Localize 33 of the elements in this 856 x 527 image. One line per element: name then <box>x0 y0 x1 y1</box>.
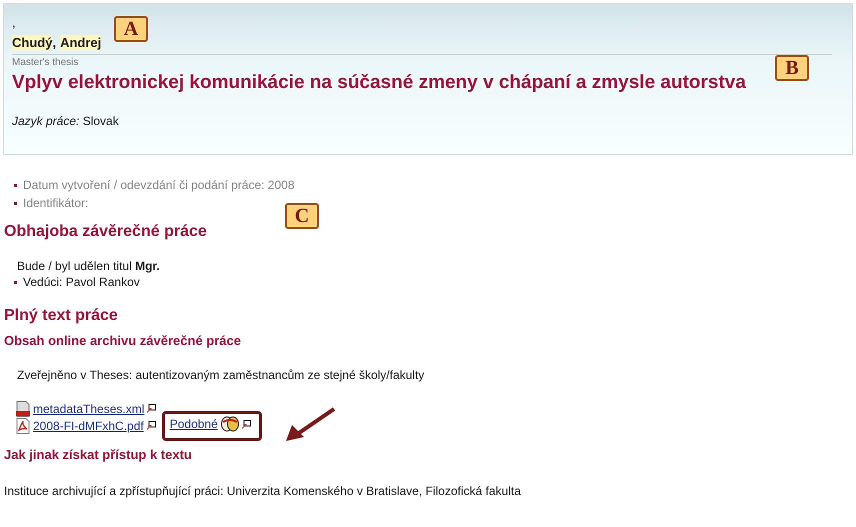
section-heading: Plný text práce <box>4 307 119 325</box>
callout-badge: A <box>114 16 148 42</box>
punctuation-text: , <box>12 16 16 30</box>
supervisor-text: Vedúci: Pavol Rankov <box>23 274 140 291</box>
callout-badge: C <box>285 203 319 229</box>
detail-text: Identifikátor: <box>23 195 88 212</box>
bullet-icon <box>14 184 17 186</box>
file-link[interactable]: metadataTheses.xml <box>33 402 144 416</box>
subsection-heading: Jak jinak získat přístup k textu <box>4 447 193 462</box>
author-name: Chudý <box>12 35 52 50</box>
detail-text: Datum vytvoření / odevzdání či podání práce: 2008 <box>23 177 294 194</box>
section-heading: Obhajoba závěrečné práce <box>4 223 208 241</box>
degree-text: Bude / byl udělen titul Mgr. <box>17 259 161 273</box>
external-link-icon[interactable] <box>147 404 156 413</box>
access-text: Zveřejněno v Theses: autentizovaným zaměstnancům ze stejné školy/fakulty <box>17 368 426 382</box>
separator-text: , <box>52 35 56 50</box>
bullet-icon <box>14 202 17 204</box>
institution-text: Instituce archivující a zpřístupňující práci: Univerzita Komenského v Bratislave, Filozofická fakulta <box>4 484 522 498</box>
author-name: Andrej <box>60 35 102 50</box>
similar-link[interactable]: Podobné <box>170 417 218 431</box>
file-link[interactable]: 2008-FI-dMFxhC.pdf <box>33 418 144 432</box>
masks-icon <box>220 416 239 432</box>
xml-file-icon <box>16 400 30 416</box>
pointer-arrow <box>284 407 336 443</box>
bullet-icon <box>14 280 17 284</box>
external-link-icon[interactable] <box>242 420 251 428</box>
subsection-heading: Obsah online archivu závěrečné práce <box>4 333 242 348</box>
document-type: Master's thesis <box>12 57 78 68</box>
pdf-file-icon <box>16 418 30 434</box>
thesis-title: Vplyv elektronickej komunikácie na súčasné zmeny v chápaní a zmysle autorstva <box>12 72 747 94</box>
language-text: Jazyk práce: Slovak <box>12 114 120 128</box>
callout-badge: B <box>775 55 809 81</box>
external-link-icon[interactable] <box>146 421 156 430</box>
